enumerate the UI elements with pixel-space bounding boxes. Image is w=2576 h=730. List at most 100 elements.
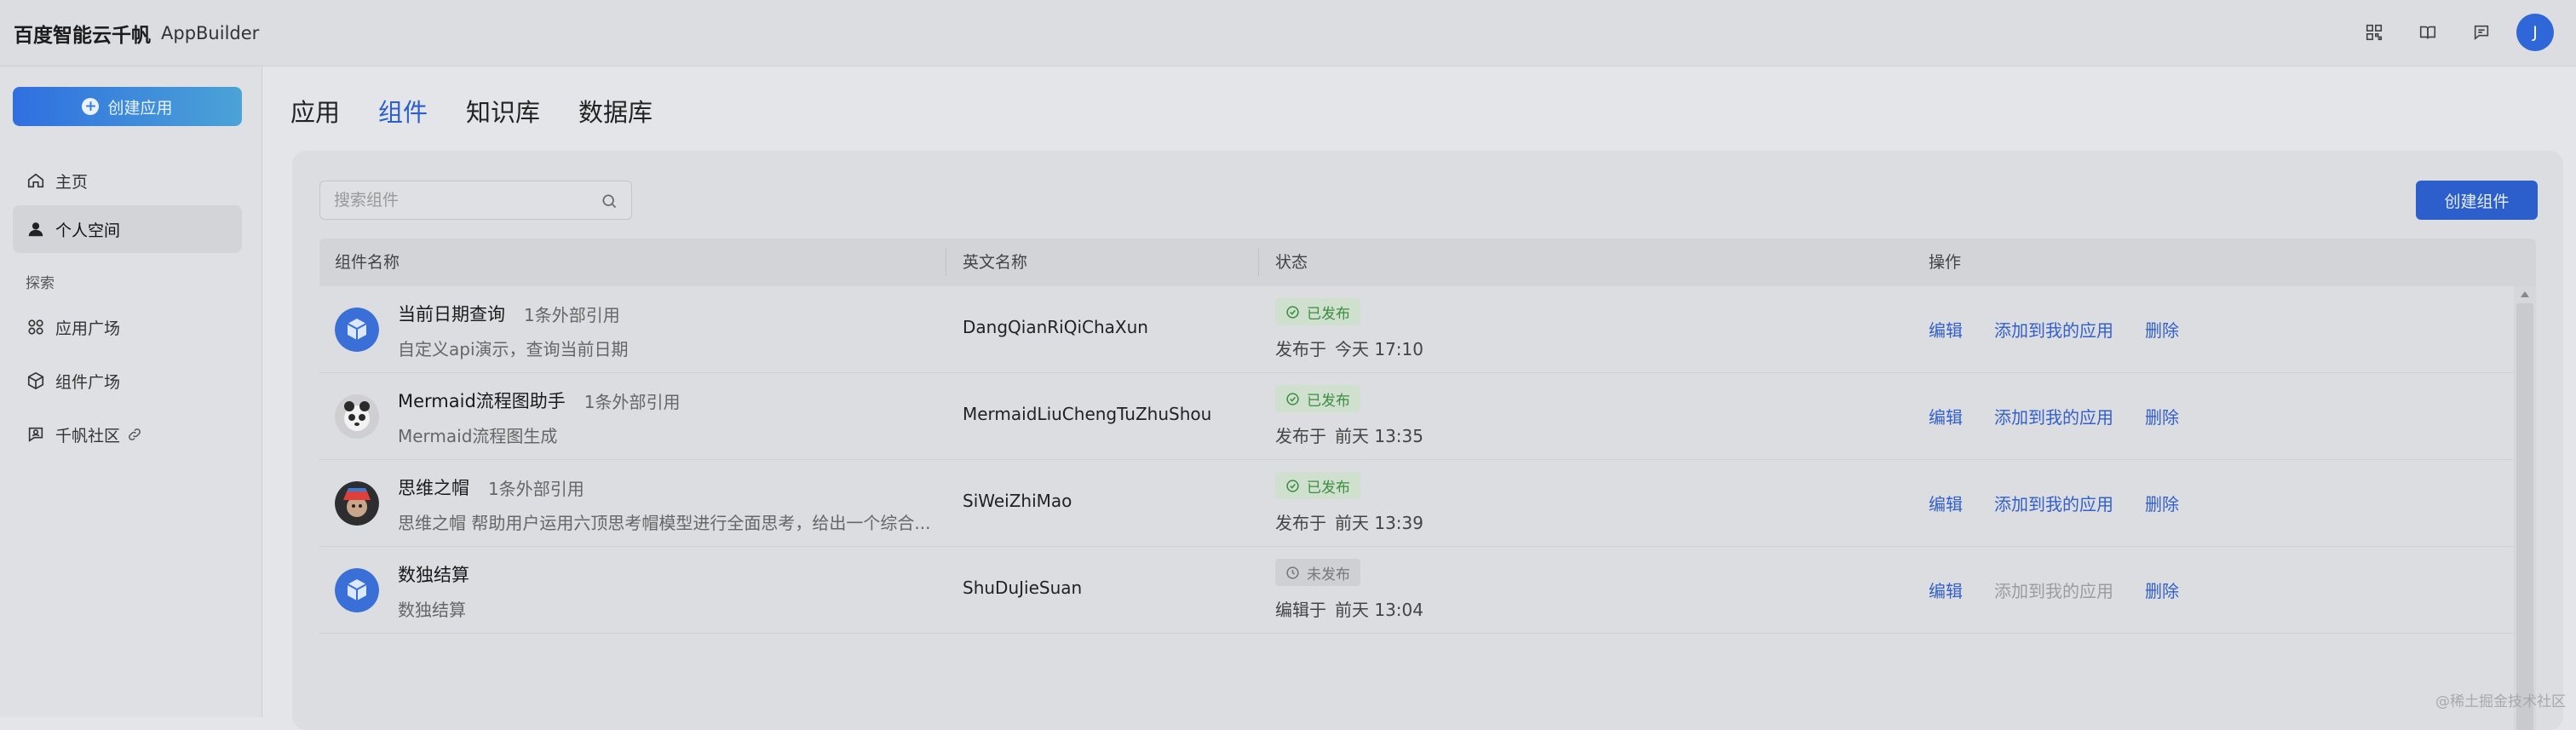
time-value: 前天 13:39 bbox=[1335, 513, 1423, 533]
component-en-name: MermaidLiuChengTuZhuShou bbox=[963, 404, 1211, 424]
status-time: 编辑于前天 13:04 bbox=[1275, 596, 1423, 621]
reference-count[interactable]: 1条外部引用 bbox=[488, 475, 584, 500]
status-badge: 未发布 bbox=[1275, 559, 1360, 586]
check-circle-icon bbox=[1285, 305, 1300, 319]
reference-count[interactable]: 1条外部引用 bbox=[584, 388, 681, 413]
row-actions: 编辑 添加到我的应用 删除 bbox=[1929, 578, 2211, 602]
cube-avatar bbox=[335, 308, 379, 352]
table-scrollbar[interactable] bbox=[2514, 286, 2536, 730]
main-tabs: 应用 组件 知识库 数据库 bbox=[290, 92, 691, 129]
sidebar-item-home[interactable]: 主页 bbox=[13, 157, 242, 204]
top-icons: J bbox=[2339, 14, 2554, 51]
components-table: 组件名称 英文名称 状态 操作 当前日期查询 1条外部引用 自定义api演示，查… bbox=[319, 239, 2536, 730]
edit-button[interactable]: 编辑 bbox=[1929, 317, 1963, 342]
hat-avatar bbox=[335, 481, 379, 526]
tab-database[interactable]: 数据库 bbox=[578, 93, 653, 129]
name-line: 当前日期查询 1条外部引用 bbox=[398, 301, 620, 326]
component-en-name: DangQianRiQiChaXun bbox=[963, 317, 1148, 337]
add-to-my-app-button[interactable]: 添加到我的应用 bbox=[1994, 317, 2113, 342]
scrollbar-thumb[interactable] bbox=[2516, 303, 2533, 730]
tab-apps[interactable]: 应用 bbox=[290, 93, 340, 129]
row-actions: 编辑 添加到我的应用 删除 bbox=[1929, 317, 2211, 342]
status-badge: 已发布 bbox=[1275, 298, 1360, 325]
component-description: Mermaid流程图生成 bbox=[398, 422, 557, 447]
status-text: 已发布 bbox=[1307, 475, 1350, 497]
column-header-en-name: 英文名称 bbox=[963, 239, 1027, 286]
component-en-name: ShuDuJieSuan bbox=[963, 578, 1082, 598]
table-row: 思维之帽 1条外部引用 思维之帽 帮助用户运用六顶思考帽模型进行全面思考，给出一… bbox=[319, 460, 2514, 547]
reference-count[interactable]: 1条外部引用 bbox=[524, 302, 620, 326]
create-app-label: 创建应用 bbox=[107, 95, 172, 118]
sidebar-item-component-square[interactable]: 组件广场 bbox=[13, 357, 242, 405]
sidebar-item-personal-space[interactable]: 个人空间 bbox=[13, 205, 242, 253]
cube-avatar bbox=[335, 568, 379, 612]
status-time: 发布于前天 13:39 bbox=[1275, 509, 1423, 534]
component-description: 自定义api演示，查询当前日期 bbox=[398, 336, 629, 360]
community-icon bbox=[26, 425, 45, 444]
edit-button[interactable]: 编辑 bbox=[1929, 404, 1963, 428]
sidebar-item-label: 个人空间 bbox=[55, 218, 120, 241]
brand[interactable]: 百度智能云千帆 AppBuilder bbox=[14, 19, 259, 48]
clock-icon bbox=[1285, 566, 1300, 580]
time-label: 发布于 bbox=[1275, 426, 1326, 446]
status-time: 发布于今天 17:10 bbox=[1275, 336, 1423, 360]
search-input[interactable] bbox=[334, 191, 589, 210]
component-en-name: SiWeiZhiMao bbox=[963, 491, 1072, 511]
sidebar-item-label: 千帆社区 bbox=[55, 423, 120, 446]
time-value: 前天 13:04 bbox=[1335, 600, 1423, 620]
status-text: 已发布 bbox=[1307, 302, 1350, 323]
table-row: Mermaid流程图助手 1条外部引用 Mermaid流程图生成 Mermaid… bbox=[319, 373, 2514, 460]
tab-knowledge-base[interactable]: 知识库 bbox=[466, 93, 540, 129]
sidebar-section-explore: 探索 bbox=[26, 271, 55, 292]
status-text: 未发布 bbox=[1307, 562, 1350, 583]
sidebar-item-app-square[interactable]: 应用广场 bbox=[13, 303, 242, 351]
add-to-my-app-button[interactable]: 添加到我的应用 bbox=[1994, 404, 2113, 428]
check-circle-icon bbox=[1285, 479, 1300, 493]
scroll-up-arrow-icon[interactable] bbox=[2521, 291, 2529, 297]
component-name: 思维之帽 bbox=[398, 474, 469, 500]
table-header: 组件名称 英文名称 状态 操作 bbox=[319, 239, 2536, 286]
add-to-my-app-button: 添加到我的应用 bbox=[1994, 578, 2113, 602]
qr-grid-icon[interactable] bbox=[2355, 14, 2393, 51]
column-header-status: 状态 bbox=[1275, 239, 1308, 286]
time-label: 发布于 bbox=[1275, 513, 1326, 533]
row-actions: 编辑 添加到我的应用 删除 bbox=[1929, 491, 2211, 515]
delete-button[interactable]: 删除 bbox=[2145, 578, 2179, 602]
edit-button[interactable]: 编辑 bbox=[1929, 578, 1963, 602]
component-description: 数独结算 bbox=[398, 596, 466, 621]
add-to-my-app-button[interactable]: 添加到我的应用 bbox=[1994, 491, 2113, 515]
watermark: @稀土掘金技术社区 bbox=[2435, 689, 2566, 710]
sidebar-item-community[interactable]: 千帆社区 bbox=[13, 411, 242, 458]
tab-components[interactable]: 组件 bbox=[378, 93, 428, 129]
book-icon[interactable] bbox=[2409, 14, 2447, 51]
create-app-button[interactable]: + 创建应用 bbox=[13, 87, 242, 126]
time-value: 前天 13:35 bbox=[1335, 426, 1423, 446]
time-label: 编辑于 bbox=[1275, 600, 1326, 620]
sidebar-item-label: 应用广场 bbox=[55, 316, 120, 339]
message-icon[interactable] bbox=[2463, 14, 2500, 51]
cube-icon bbox=[26, 371, 45, 390]
component-name: 数独结算 bbox=[398, 561, 469, 587]
status-text: 已发布 bbox=[1307, 388, 1350, 410]
delete-button[interactable]: 删除 bbox=[2145, 491, 2179, 515]
name-line: 数独结算 bbox=[398, 561, 469, 587]
create-component-button[interactable]: 创建组件 bbox=[2416, 181, 2538, 220]
sidebar-item-label: 主页 bbox=[55, 170, 88, 193]
row-actions: 编辑 添加到我的应用 删除 bbox=[1929, 404, 2211, 428]
delete-button[interactable]: 删除 bbox=[2145, 404, 2179, 428]
status-badge: 已发布 bbox=[1275, 385, 1360, 412]
sidebar-item-label: 组件广场 bbox=[55, 370, 120, 393]
delete-button[interactable]: 删除 bbox=[2145, 317, 2179, 342]
search-icon[interactable] bbox=[601, 193, 618, 210]
user-avatar[interactable]: J bbox=[2516, 14, 2554, 51]
column-divider[interactable] bbox=[1258, 249, 1259, 276]
table-row: 当前日期查询 1条外部引用 自定义api演示，查询当前日期 DangQianRi… bbox=[319, 286, 2514, 373]
user-icon bbox=[26, 220, 45, 239]
edit-button[interactable]: 编辑 bbox=[1929, 491, 1963, 515]
status-time: 发布于前天 13:35 bbox=[1275, 422, 1423, 447]
time-label: 发布于 bbox=[1275, 339, 1326, 359]
home-icon bbox=[26, 171, 45, 190]
component-description: 思维之帽 帮助用户运用六顶思考帽模型进行全面思考，给出一个综合... bbox=[398, 509, 930, 534]
name-line: Mermaid流程图助手 1条外部引用 bbox=[398, 388, 681, 413]
component-name: Mermaid流程图助手 bbox=[398, 388, 566, 413]
